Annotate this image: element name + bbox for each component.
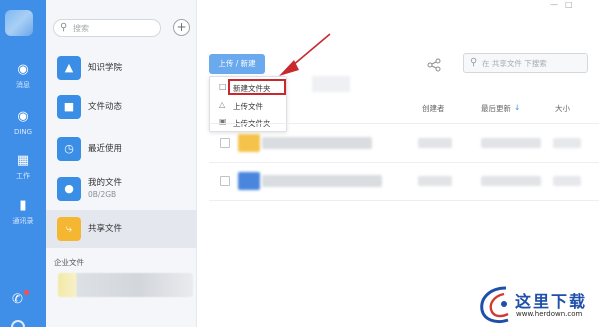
left-rail: ◉ 消息 ◉ DING ▦ 工作 ▮ 通讯录 ✆ — [0, 0, 46, 327]
apps-grid-icon: ▦ — [16, 153, 30, 168]
column-header-creator[interactable]: 创建者 — [422, 103, 445, 114]
watermark-logo-icon — [480, 286, 509, 324]
rail-item-label: DING — [13, 128, 33, 136]
creator-cell — [418, 176, 452, 186]
rail-item-ding[interactable]: ◉ DING — [0, 109, 46, 137]
updated-cell — [481, 176, 541, 186]
row-divider — [209, 200, 599, 201]
ding-icon: ◉ — [17, 109, 29, 124]
row-checkbox[interactable] — [220, 138, 230, 148]
sidebar-item-label: 共享文件 — [88, 224, 123, 234]
graduation-cap-icon: ▲ — [57, 56, 81, 80]
upload-new-button[interactable]: 上传 / 新建 — [209, 54, 265, 74]
notification-dot — [24, 290, 29, 295]
row-checkbox[interactable] — [220, 176, 230, 186]
sidebar-item-label: 我的文件 — [88, 178, 123, 188]
file-search-placeholder: 在 共享文件 下搜索 — [482, 59, 547, 68]
file-thumbnail — [238, 172, 260, 190]
sidebar-item-knowledge[interactable]: ▲ 知识学院 — [46, 49, 197, 87]
watermark-url: www.herdown.com — [516, 310, 583, 318]
rail-item-label: 工作 — [16, 172, 30, 180]
chat-icon: ◉ — [17, 62, 29, 77]
storage-usage: 0B/2GB — [88, 190, 117, 199]
folder-icon: ■ — [57, 95, 81, 119]
search-icon: ⚲ — [470, 57, 478, 68]
file-name[interactable] — [262, 175, 382, 187]
more-icon[interactable] — [11, 320, 25, 327]
sort-arrow-icon[interactable]: ↓ — [514, 103, 520, 112]
folder-thumbnail — [238, 134, 260, 152]
sidebar-item-file-activity[interactable]: ■ 文件动态 — [46, 88, 197, 126]
sidebar-item-shared-files[interactable]: ⤷ 共享文件 — [46, 210, 197, 248]
share-icon: ⤷ — [57, 217, 81, 241]
corp-files-item[interactable] — [58, 273, 193, 297]
add-button[interactable]: + — [173, 19, 190, 36]
sidebar-item-recent[interactable]: ◷ 最近使用 — [46, 130, 197, 168]
size-cell — [553, 176, 581, 186]
contacts-icon: ▮ — [19, 198, 27, 213]
row-divider — [209, 162, 599, 163]
rail-item-messages[interactable]: ◉ 消息 — [0, 62, 46, 90]
minimize-button[interactable]: — — [550, 0, 558, 9]
creator-cell — [418, 138, 452, 148]
column-header-size[interactable]: 大小 — [555, 103, 570, 114]
file-search-input[interactable]: ⚲ 在 共享文件 下搜索 — [463, 53, 588, 73]
corp-files-heading: 企业文件 — [54, 258, 84, 267]
watermark: 这里下载 www.herdown.com — [476, 280, 600, 327]
rail-item-label: 消息 — [16, 81, 30, 89]
rail-item-contacts[interactable]: ▮ 通讯录 — [0, 198, 46, 226]
sidebar-item-my-files[interactable]: ● 我的文件 0B/2GB — [46, 170, 197, 208]
sidebar-item-label: 最近使用 — [88, 144, 123, 154]
new-folder-icon: □ — [219, 82, 227, 91]
watermark-text: 这里下载 — [515, 292, 588, 311]
column-header-updated[interactable]: 最后更新 — [481, 103, 511, 114]
search-placeholder: 搜索 — [73, 24, 89, 33]
clock-icon: ◷ — [57, 137, 81, 161]
size-cell — [553, 138, 581, 148]
main-panel: — □ 上传 / 新建 ⚲ 在 共享文件 下搜索 □ 新建文件夹 △ 上传文件 … — [198, 0, 600, 327]
blurred-breadcrumb — [312, 76, 350, 92]
maximize-button[interactable]: □ — [565, 0, 573, 9]
sidebar-item-label: 知识学院 — [88, 63, 123, 73]
person-icon: ● — [57, 177, 81, 201]
share-nodes-icon[interactable] — [427, 58, 441, 72]
sidebar-item-label: 文件动态 — [88, 102, 123, 112]
file-name[interactable] — [262, 137, 372, 149]
header-divider — [209, 123, 599, 124]
rail-item-label: 通讯录 — [12, 217, 34, 225]
upload-file-icon: △ — [219, 100, 226, 109]
sidebar: ⚲ 搜索 + ▲ 知识学院 ■ 文件动态 ◷ 最近使用 ● 我的文件 0B/2G… — [46, 0, 197, 327]
upload-folder-icon: ▣ — [219, 117, 227, 126]
highlight-box — [228, 79, 286, 95]
search-icon: ⚲ — [60, 22, 68, 33]
rail-item-work[interactable]: ▦ 工作 — [0, 153, 46, 181]
search-input[interactable]: ⚲ 搜索 — [53, 19, 161, 37]
avatar[interactable] — [5, 10, 33, 36]
menu-item-label: 上传文件 — [233, 102, 263, 111]
updated-cell — [481, 138, 541, 148]
menu-item-upload-file[interactable]: △ 上传文件 — [210, 97, 288, 114]
